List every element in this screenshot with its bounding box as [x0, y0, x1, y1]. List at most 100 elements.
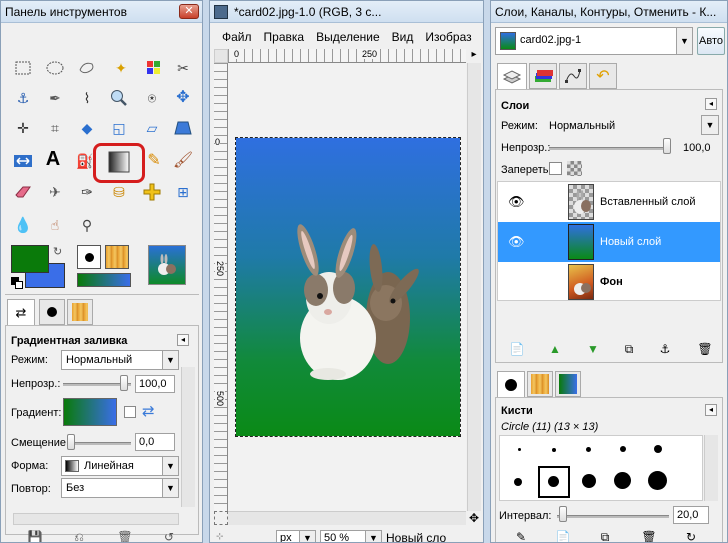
zoom-select[interactable]: 50 % ▼: [320, 530, 382, 542]
reset-options-icon[interactable]: ↺: [161, 529, 177, 542]
reverse-gradient-checkbox[interactable]: [124, 406, 136, 418]
navigate-icon[interactable]: ✥: [467, 511, 481, 525]
offset-slider-track[interactable]: [67, 442, 131, 445]
spacing-knob[interactable]: [559, 506, 567, 522]
canvas-v-scrollbar[interactable]: [467, 63, 481, 511]
ellipse-select-icon[interactable]: [45, 58, 65, 78]
paintbrush-icon[interactable]: 🖌: [173, 151, 193, 171]
crop-icon[interactable]: ⌗: [45, 118, 65, 138]
brushes-menu-button[interactable]: ◂: [705, 404, 717, 416]
brush-item[interactable]: [614, 472, 631, 489]
canvas-h-scrollbar[interactable]: [228, 511, 466, 525]
layer-opacity-knob[interactable]: [663, 138, 671, 154]
tab-tool-options[interactable]: ⇄: [7, 299, 35, 325]
perspective-icon[interactable]: [173, 118, 193, 138]
ruler-corner[interactable]: [214, 49, 228, 63]
tab-layers[interactable]: [497, 63, 527, 89]
anchor-layer-icon[interactable]: ⚓: [657, 341, 673, 357]
tab-patterns-dock[interactable]: [527, 371, 553, 397]
tab-brushes-dock[interactable]: [497, 371, 525, 397]
lower-layer-icon[interactable]: ▼: [585, 341, 601, 357]
vertical-ruler[interactable]: 0 250 500: [214, 63, 228, 511]
image-canvas[interactable]: [235, 137, 461, 437]
save-options-icon[interactable]: 💾: [27, 529, 43, 542]
repeat-select[interactable]: Без ▼: [61, 478, 179, 498]
menu-file[interactable]: Файл: [222, 30, 252, 44]
paths-icon[interactable]: ✒: [45, 88, 65, 108]
eye-icon[interactable]: 👁: [508, 234, 525, 250]
move-icon[interactable]: ✥: [173, 88, 193, 108]
tab-gradients-dock[interactable]: [555, 371, 581, 397]
tab-patterns[interactable]: [67, 299, 93, 325]
lock-alpha-icon[interactable]: [567, 161, 582, 176]
color-select-icon[interactable]: [144, 58, 164, 78]
scissors-icon[interactable]: ✂: [173, 58, 193, 78]
pattern-preview[interactable]: [105, 245, 129, 269]
brush-item[interactable]: [582, 474, 596, 488]
foreground-select-icon[interactable]: ⚓: [13, 88, 33, 108]
opacity-slider-knob[interactable]: [120, 375, 128, 391]
heal-icon[interactable]: [142, 182, 162, 202]
swap-colors-icon[interactable]: ↻: [53, 245, 62, 258]
delete-brush-icon[interactable]: 🗑: [641, 529, 657, 542]
flip-icon[interactable]: [13, 151, 33, 171]
brush-item[interactable]: [648, 471, 667, 490]
brush-preview[interactable]: [77, 245, 101, 269]
fuzzy-select-icon[interactable]: ✦: [111, 58, 131, 78]
refresh-brushes-icon[interactable]: ↻: [683, 529, 699, 542]
auto-button[interactable]: Авто: [697, 27, 725, 55]
layer-row-new[interactable]: 👁 Новый слой: [498, 222, 720, 262]
image-select[interactable]: card02.jpg-1 ▼: [495, 27, 693, 55]
rect-select-icon[interactable]: [13, 58, 33, 78]
tab-undo[interactable]: ↶: [589, 63, 617, 89]
perspective-clone-icon[interactable]: ⊞: [173, 182, 193, 202]
smudge-icon[interactable]: ☝: [45, 215, 65, 235]
horizontal-ruler[interactable]: 0 250: [228, 49, 466, 63]
options-scrollbar[interactable]: [181, 367, 195, 507]
gradient-preview[interactable]: [77, 273, 131, 287]
layer-row-pasted[interactable]: 👁 Вставленный слой: [498, 182, 720, 222]
brush-item[interactable]: [620, 446, 626, 452]
ink-icon[interactable]: ✑: [77, 182, 97, 202]
gradient-selector-button[interactable]: [63, 398, 117, 426]
delete-layer-icon[interactable]: 🗑: [697, 341, 713, 357]
panel-menu-button[interactable]: ◂: [177, 334, 189, 346]
edit-brush-icon[interactable]: ✎: [513, 529, 529, 542]
blur-icon[interactable]: 💧: [13, 215, 33, 235]
airbrush-icon[interactable]: ✈: [45, 182, 65, 202]
brush-grid[interactable]: [499, 435, 703, 501]
layer-mode-value[interactable]: Нормальный: [549, 120, 615, 132]
foreground-color-swatch[interactable]: [11, 245, 49, 273]
tab-paths[interactable]: [559, 63, 587, 89]
tab-channels[interactable]: [529, 63, 557, 89]
shear-icon[interactable]: ▱: [142, 118, 162, 138]
eye-icon[interactable]: 👁: [508, 194, 525, 210]
layer-name[interactable]: Вставленный слой: [600, 196, 696, 208]
menu-edit[interactable]: Правка: [264, 30, 305, 44]
scale-icon[interactable]: ◱: [109, 118, 129, 138]
active-image-thumbnail[interactable]: [148, 245, 186, 285]
menu-select[interactable]: Выделение: [316, 30, 380, 44]
menu-image[interactable]: Изобраз: [425, 30, 471, 44]
delete-options-icon[interactable]: 🗑: [117, 529, 133, 542]
offset-slider-knob[interactable]: [67, 434, 75, 450]
new-layer-icon[interactable]: 📄: [509, 341, 525, 357]
align-icon[interactable]: ✛: [13, 118, 33, 138]
duplicate-brush-icon[interactable]: ⧉: [597, 529, 613, 542]
restore-options-icon[interactable]: ⎌: [71, 529, 87, 542]
mode-select[interactable]: Нормальный ▼: [61, 350, 179, 370]
raise-layer-icon[interactable]: ▲: [547, 341, 563, 357]
default-colors-icon[interactable]: [11, 277, 23, 289]
nav-arrow-icon[interactable]: ▸: [467, 49, 481, 63]
close-button[interactable]: ✕: [179, 4, 199, 19]
pencil-icon[interactable]: ✎: [144, 151, 164, 171]
layer-opacity-value[interactable]: 100,0: [683, 142, 711, 154]
quickmask-icon[interactable]: [214, 511, 228, 525]
dodge-burn-icon[interactable]: ⚲: [77, 215, 97, 235]
layer-name[interactable]: Фон: [600, 276, 623, 288]
clone-icon[interactable]: ⛁: [109, 182, 129, 202]
bucket-fill-icon[interactable]: ⛽: [75, 151, 95, 171]
brush-item[interactable]: [552, 448, 556, 452]
color-picker-icon[interactable]: ⌇: [77, 88, 97, 108]
unit-select[interactable]: px ▼: [276, 530, 316, 542]
